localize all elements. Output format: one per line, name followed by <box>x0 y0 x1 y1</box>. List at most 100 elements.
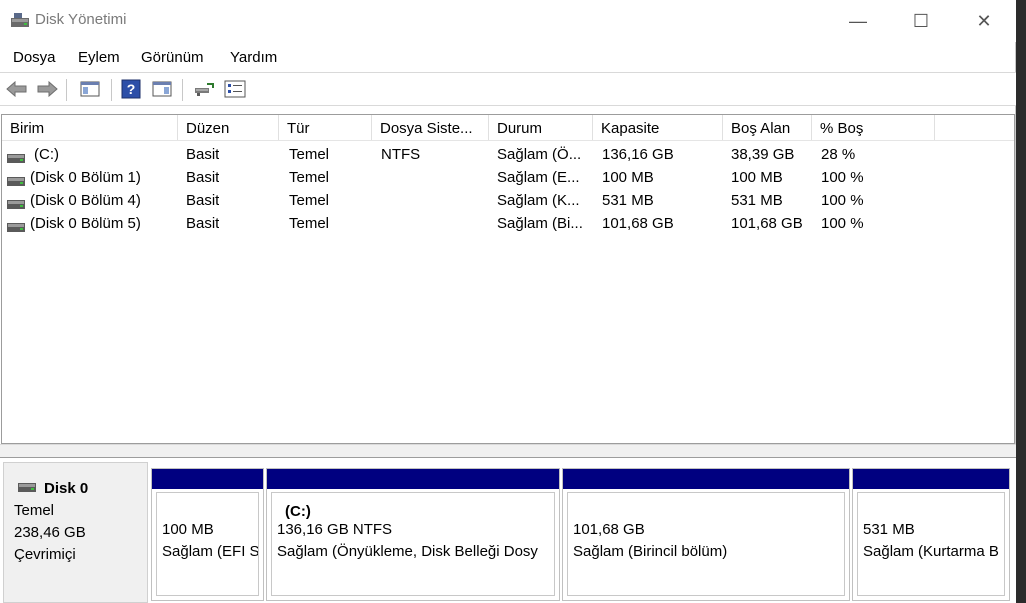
disk-icon <box>18 479 36 492</box>
partition-efi[interactable]: 100 MB Sağlam (EFI S <box>151 468 264 601</box>
menu-gorunum[interactable]: Görünüm <box>141 49 204 66</box>
cell-birim: (Disk 0 Bölüm 4) <box>30 192 141 209</box>
cell-duzen: Basit <box>186 192 220 209</box>
column-header-dosya-sistemi[interactable]: Dosya Siste... <box>372 115 489 140</box>
cell-birim: (Disk 0 Bölüm 5) <box>30 215 141 232</box>
cell-kapasite: 136,16 GB <box>602 146 674 163</box>
partition-size: 100 MB <box>162 521 214 538</box>
disk-graph-pane: Disk 0 Temel 238,46 GB Çevrimiçi 100 MB … <box>0 458 1016 603</box>
volume-icon <box>7 196 25 209</box>
partition-header-bar <box>152 469 263 489</box>
column-header-row: Birim Düzen Tür Dosya Siste... Durum Kap… <box>2 115 1014 141</box>
cell-tur: Temel <box>289 169 330 186</box>
cell-dosya-sistemi: NTFS <box>381 146 421 163</box>
toolbar-separator <box>111 79 112 101</box>
partition-status: Sağlam (Birincil bölüm) <box>573 543 728 560</box>
menu-bar: Dosya Eylem Görünüm Yardım <box>0 45 1016 71</box>
partition-size: 136,16 GB NTFS <box>277 521 393 538</box>
partition-header-bar <box>267 469 559 489</box>
cell-kapasite: 531 MB <box>602 192 654 209</box>
partition-body: 101,68 GB Sağlam (Birincil bölüm) <box>567 492 845 596</box>
cell-yuzde-bos: 100 % <box>821 169 864 186</box>
cell-duzen: Basit <box>186 215 220 232</box>
properties-icon[interactable] <box>223 78 247 100</box>
toolbar-separator <box>66 79 67 101</box>
toolbar-separator <box>182 79 183 101</box>
cell-bos-alan: 531 MB <box>731 192 783 209</box>
forward-arrow-icon[interactable] <box>35 78 59 100</box>
volume-list: Birim Düzen Tür Dosya Siste... Durum Kap… <box>1 114 1015 444</box>
cell-duzen: Basit <box>186 169 220 186</box>
pane-splitter[interactable] <box>0 444 1016 458</box>
disk-status: Çevrimiçi <box>14 546 76 563</box>
column-header-birim[interactable]: Birim <box>2 115 178 140</box>
cell-durum: Sağlam (K... <box>497 192 580 209</box>
partition-title: (C:) <box>285 503 311 520</box>
cell-durum: Sağlam (Ö... <box>497 146 582 163</box>
cell-kapasite: 100 MB <box>602 169 654 186</box>
table-row[interactable]: (Disk 0 Bölüm 4) Basit Temel Sağlam (K..… <box>2 189 1014 212</box>
cell-birim: (Disk 0 Bölüm 1) <box>30 169 141 186</box>
back-arrow-icon[interactable] <box>5 78 29 100</box>
partition-status: Sağlam (EFI S <box>162 543 259 560</box>
cell-duzen: Basit <box>186 146 220 163</box>
disk-management-window: Disk Yönetimi — ☐ ✕ Dosya Eylem Görünüm … <box>0 0 1016 603</box>
volume-icon <box>7 150 25 163</box>
column-header-yuzde-bos[interactable]: % Boş <box>812 115 935 140</box>
disk-info-panel[interactable]: Disk 0 Temel 238,46 GB Çevrimiçi <box>3 462 148 603</box>
cell-tur: Temel <box>289 192 330 209</box>
cell-bos-alan: 100 MB <box>731 169 783 186</box>
cell-bos-alan: 38,39 GB <box>731 146 795 163</box>
partition-header-bar <box>563 469 849 489</box>
cell-yuzde-bos: 28 % <box>821 146 856 163</box>
partition-status: Sağlam (Kurtarma B <box>863 543 999 560</box>
partition-c[interactable]: (C:) 136,16 GB NTFS Sağlam (Önyükleme, D… <box>266 468 560 601</box>
connect-icon[interactable] <box>192 78 216 100</box>
cell-bos-alan: 101,68 GB <box>731 215 803 232</box>
menu-yardim[interactable]: Yardım <box>230 49 277 66</box>
partition-body: 100 MB Sağlam (EFI S <box>156 492 259 596</box>
close-button[interactable]: ✕ <box>952 0 1016 42</box>
column-header-kapasite[interactable]: Kapasite <box>593 115 723 140</box>
maximize-button[interactable]: ☐ <box>889 0 953 42</box>
minimize-button[interactable]: — <box>826 0 890 42</box>
disk-management-icon <box>10 12 30 30</box>
menu-dosya[interactable]: Dosya <box>13 49 56 66</box>
column-header-tur[interactable]: Tür <box>279 115 372 140</box>
disk-type: Temel <box>14 502 55 519</box>
help-icon[interactable]: ? <box>119 78 143 100</box>
cell-durum: Sağlam (Bi... <box>497 215 583 232</box>
volume-icon <box>7 219 25 232</box>
window-title: Disk Yönetimi <box>35 11 127 28</box>
action-pane-icon[interactable] <box>150 78 174 100</box>
partition-status: Sağlam (Önyükleme, Disk Belleği Dosy <box>277 543 538 560</box>
partition-size: 531 MB <box>863 521 915 538</box>
menu-eylem[interactable]: Eylem <box>78 49 120 66</box>
partition-primary[interactable]: 101,68 GB Sağlam (Birincil bölüm) <box>562 468 850 601</box>
cell-tur: Temel <box>289 215 330 232</box>
volume-icon <box>7 173 25 186</box>
cell-birim: (C:) <box>34 146 59 163</box>
cell-yuzde-bos: 100 % <box>821 192 864 209</box>
svg-text:?: ? <box>127 81 136 97</box>
partition-header-bar <box>853 469 1009 489</box>
console-tree-icon[interactable] <box>78 78 102 100</box>
cell-kapasite: 101,68 GB <box>602 215 674 232</box>
partition-body: (C:) 136,16 GB NTFS Sağlam (Önyükleme, D… <box>271 492 555 596</box>
partition-recovery[interactable]: 531 MB Sağlam (Kurtarma B <box>852 468 1010 601</box>
disk-name: Disk 0 <box>44 480 89 497</box>
partition-body: 531 MB Sağlam (Kurtarma B <box>857 492 1005 596</box>
disk-size: 238,46 GB <box>14 524 86 541</box>
title-bar[interactable]: Disk Yönetimi — ☐ ✕ <box>0 0 1016 42</box>
table-row[interactable]: (C:) Basit Temel NTFS Sağlam (Ö... 136,1… <box>2 143 1014 166</box>
column-header-durum[interactable]: Durum <box>489 115 593 140</box>
cell-durum: Sağlam (E... <box>497 169 580 186</box>
table-row[interactable]: (Disk 0 Bölüm 1) Basit Temel Sağlam (E..… <box>2 166 1014 189</box>
cell-tur: Temel <box>289 146 330 163</box>
column-header-bos-alan[interactable]: Boş Alan <box>723 115 812 140</box>
cell-yuzde-bos: 100 % <box>821 215 864 232</box>
table-row[interactable]: (Disk 0 Bölüm 5) Basit Temel Sağlam (Bi.… <box>2 212 1014 235</box>
toolbar: ? <box>0 72 1016 106</box>
partition-size: 101,68 GB <box>573 521 645 538</box>
column-header-duzen[interactable]: Düzen <box>178 115 279 140</box>
